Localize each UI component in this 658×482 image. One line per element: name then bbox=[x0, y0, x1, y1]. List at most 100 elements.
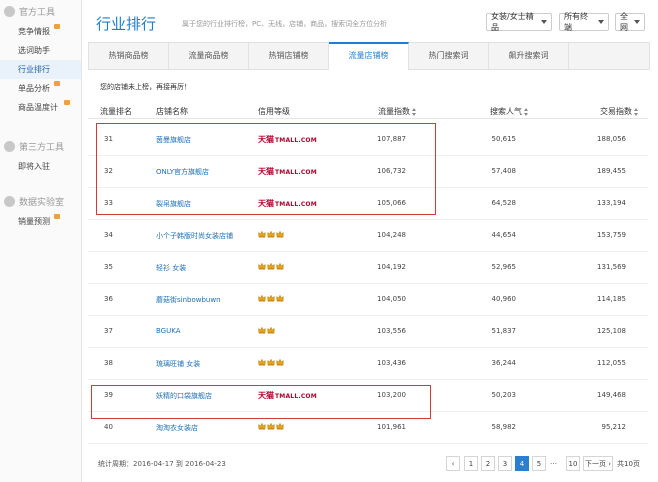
search-popularity-cell: 58,982 bbox=[491, 423, 517, 431]
tab-hot-keywords[interactable]: 热门搜索词 bbox=[409, 43, 489, 69]
sidebar-item-industry-ranking[interactable]: 行业排行 bbox=[0, 60, 81, 79]
table-row: 36 蘑菇街sinbowbuwn 104,050 40,960 114,185 bbox=[88, 284, 648, 316]
terminal-select[interactable]: 所有终端 bbox=[559, 12, 609, 32]
page-button[interactable]: 10 bbox=[566, 456, 580, 471]
chevron-down-icon bbox=[634, 20, 640, 24]
sidebar-item-coming-soon[interactable]: 即将入驻 bbox=[0, 157, 81, 176]
sort-icon[interactable] bbox=[634, 107, 639, 116]
sidebar-item-thermometer[interactable]: 商品温度计 bbox=[0, 98, 81, 117]
chevron-down-icon bbox=[598, 20, 604, 24]
flow-index-cell: 106,732 bbox=[377, 167, 406, 175]
sidebar-section-official: 官方工具 bbox=[0, 0, 81, 22]
tmall-logo-en: TMALL.COM bbox=[275, 169, 317, 176]
page-button[interactable]: 1 bbox=[464, 456, 478, 471]
tmall-logo-icon: 天猫 TMALL.COM bbox=[258, 198, 317, 209]
shop-name-link[interactable]: 茵曼旗舰店 bbox=[156, 135, 191, 145]
sidebar-item-item-analysis[interactable]: 单品分析 bbox=[0, 79, 81, 98]
shop-name-link[interactable]: 蘑菇街sinbowbuwn bbox=[156, 295, 221, 305]
shop-name-link[interactable]: 裂帛旗舰店 bbox=[156, 199, 191, 209]
new-flag-icon bbox=[54, 24, 60, 29]
crown-icon bbox=[276, 358, 284, 366]
next-page-button[interactable]: 下一页 › bbox=[583, 456, 613, 471]
sidebar-item-keyword-helper[interactable]: 选词助手 bbox=[0, 41, 81, 60]
shop-name-link[interactable]: ONLY官方旗舰店 bbox=[156, 167, 209, 177]
flow-index-cell: 107,887 bbox=[377, 135, 406, 143]
column-header-flow[interactable]: 流量指数 bbox=[378, 106, 417, 117]
credit-crowns bbox=[258, 358, 285, 366]
shop-name-link[interactable]: 妖精的口袋旗舰店 bbox=[156, 391, 212, 401]
sidebar-item-label: 竞争情报 bbox=[18, 27, 50, 36]
rank-cell: 33 bbox=[104, 199, 113, 207]
column-label: 交易指数 bbox=[600, 107, 632, 116]
page-button[interactable]: 3 bbox=[498, 456, 512, 471]
rank-cell: 35 bbox=[104, 263, 113, 271]
tmall-logo-icon: 天猫 TMALL.COM bbox=[258, 390, 317, 401]
search-popularity-cell: 57,408 bbox=[491, 167, 517, 175]
scope-select[interactable]: 全网 bbox=[615, 12, 645, 32]
page-button[interactable]: 2 bbox=[481, 456, 495, 471]
crown-icon bbox=[258, 422, 266, 430]
trade-index-cell: 114,185 bbox=[597, 295, 626, 303]
shop-name-link[interactable]: BGUKA bbox=[156, 327, 180, 335]
prev-page-button[interactable]: ‹ bbox=[446, 456, 460, 471]
search-popularity-cell: 52,965 bbox=[491, 263, 517, 271]
sidebar-item-label: 选词助手 bbox=[18, 46, 50, 55]
category-select[interactable]: 女装/女士精品 bbox=[486, 12, 552, 32]
flow-index-cell: 104,050 bbox=[377, 295, 406, 303]
table-row: 32 ONLY官方旗舰店 天猫 TMALL.COM 106,732 57,408 189,4… bbox=[88, 156, 648, 188]
tmall-logo-en: TMALL.COM bbox=[275, 201, 317, 208]
sort-icon[interactable] bbox=[524, 107, 529, 116]
trade-index-cell: 95,212 bbox=[601, 423, 627, 431]
sidebar-item-label: 即将入驻 bbox=[18, 162, 50, 171]
stat-period: 统计周期：2016-04-17 到 2016-04-23 bbox=[98, 460, 226, 468]
search-popularity-cell: 50,615 bbox=[491, 135, 517, 143]
trade-index-cell: 125,108 bbox=[597, 327, 626, 335]
flow-index-cell: 103,200 bbox=[377, 391, 406, 399]
crown-icon bbox=[267, 358, 275, 366]
sidebar-item-sales-forecast[interactable]: 销量预测 bbox=[0, 212, 81, 231]
crown-icon bbox=[276, 422, 284, 430]
flow-index-cell: 104,248 bbox=[377, 231, 406, 239]
shop-name-link[interactable]: 淘淘衣女装店 bbox=[156, 423, 198, 433]
pagination-total: 共10页 bbox=[617, 460, 640, 468]
search-popularity-cell: 64,528 bbox=[491, 199, 517, 207]
tab-traffic-items[interactable]: 流量商品榜 bbox=[169, 43, 249, 69]
terminal-select-value: 所有终端 bbox=[564, 12, 588, 32]
sidebar-item-competition[interactable]: 竞争情报 bbox=[0, 22, 81, 41]
section-dot-icon bbox=[4, 140, 15, 152]
search-popularity-cell: 36,244 bbox=[491, 359, 517, 367]
column-header-credit: 信用等级 bbox=[258, 106, 290, 117]
flow-index-cell: 101,961 bbox=[377, 423, 406, 431]
tab-hot-items[interactable]: 热销商品榜 bbox=[89, 43, 169, 69]
tmall-logo-cn: 天猫 bbox=[258, 167, 274, 176]
tab-rising-keywords[interactable]: 飙升搜索词 bbox=[489, 43, 569, 69]
search-popularity-cell: 44,654 bbox=[491, 231, 517, 239]
column-header-trade[interactable]: 交易指数 bbox=[600, 106, 639, 117]
column-header-search[interactable]: 搜索人气 bbox=[490, 106, 529, 117]
flow-index-cell: 103,436 bbox=[377, 359, 406, 367]
tab-hot-shops[interactable]: 热销店铺榜 bbox=[249, 43, 329, 69]
sort-icon[interactable] bbox=[412, 107, 417, 116]
sidebar-item-label: 销量预测 bbox=[18, 217, 50, 226]
section-dot-icon bbox=[4, 195, 15, 207]
sidebar-section-title: 数据实验室 bbox=[19, 197, 65, 208]
shop-name-link[interactable]: 小个子韩版时尚女装店铺 bbox=[156, 231, 233, 241]
sidebar-item-label: 单品分析 bbox=[18, 84, 50, 93]
category-select-value: 女装/女士精品 bbox=[491, 12, 534, 32]
ranking-tabs: 热销商品榜 流量商品榜 热销店铺榜 流量店铺榜 热门搜索词 飙升搜索词 bbox=[88, 42, 650, 70]
sidebar-item-label: 商品温度计 bbox=[18, 103, 58, 112]
shop-name-link[interactable]: 轻衫 女装 bbox=[156, 263, 186, 273]
tmall-logo-cn: 天猫 bbox=[258, 391, 274, 400]
column-label: 店铺名称 bbox=[156, 107, 188, 116]
shop-name-link[interactable]: 琉璃旺铺 女装 bbox=[156, 359, 200, 369]
table-row: 37 BGUKA 103,556 51,837 125,108 bbox=[88, 316, 648, 348]
table-row: 40 淘淘衣女装店 101,961 58,982 95,212 bbox=[88, 412, 648, 444]
page-button[interactable]: 4 bbox=[515, 456, 529, 471]
crown-icon bbox=[258, 262, 266, 270]
table-row: 35 轻衫 女装 104,192 52,965 131,569 bbox=[88, 252, 648, 284]
page-button[interactable]: 5 bbox=[532, 456, 546, 471]
credit-crowns bbox=[258, 422, 285, 430]
tab-traffic-shops[interactable]: 流量店铺榜 bbox=[329, 42, 409, 70]
column-header-shop: 店铺名称 bbox=[156, 106, 188, 117]
tmall-logo-icon: 天猫 TMALL.COM bbox=[258, 134, 317, 145]
